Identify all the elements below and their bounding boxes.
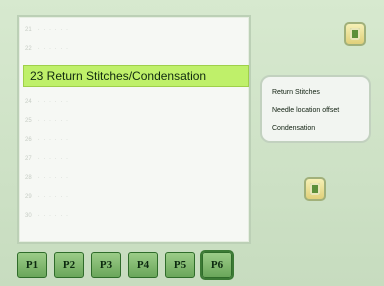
edit-icon <box>310 183 320 195</box>
tab-p6[interactable]: P6 <box>200 250 234 280</box>
list-item[interactable]: 24 · · · · · · <box>25 95 241 109</box>
detail-item: Condensation <box>272 119 359 137</box>
list-item[interactable]: 22 · · · · · · <box>25 42 241 56</box>
book-icon-button[interactable] <box>344 22 366 46</box>
list-item[interactable]: 21 · · · · · · <box>25 23 241 37</box>
list-item-number: 25 <box>25 118 32 124</box>
list-item-dots: · · · · · · <box>37 27 70 33</box>
tab-p1[interactable]: P1 <box>17 252 47 278</box>
list-item[interactable]: 28 · · · · · · <box>25 171 241 185</box>
list-item-number: 30 <box>25 213 32 219</box>
detail-item: Needle location offset <box>272 101 359 119</box>
tab-label: P4 <box>136 259 150 271</box>
list-item[interactable]: 29 · · · · · · <box>25 190 241 204</box>
list-item-dots: · · · · · · <box>37 137 70 143</box>
edit-icon-button[interactable] <box>304 177 326 201</box>
tab-label: P5 <box>173 259 187 271</box>
list-item-dots: · · · · · · <box>37 175 70 181</box>
tab-p2[interactable]: P2 <box>54 252 84 278</box>
list-item-dots: · · · · · · <box>37 156 70 162</box>
list-item-dots: · · · · · · <box>37 46 70 52</box>
list-item-number: 24 <box>25 99 32 105</box>
list-item[interactable]: 25 · · · · · · <box>25 114 241 128</box>
list-item[interactable]: 26 · · · · · · <box>25 133 241 147</box>
detail-item-label: Return Stitches <box>272 88 320 96</box>
list-item[interactable]: 27 · · · · · · <box>25 152 241 166</box>
selected-item-label: 23 Return Stitches/Condensation <box>30 69 207 83</box>
list-item-dots: · · · · · · <box>37 213 70 219</box>
tab-p4[interactable]: P4 <box>128 252 158 278</box>
list-item-dots: · · · · · · <box>37 194 70 200</box>
list-item-number: 22 <box>25 46 32 52</box>
list-item-number: 29 <box>25 194 32 200</box>
list-item-number: 27 <box>25 156 32 162</box>
selected-list-item[interactable]: 23 Return Stitches/Condensation <box>23 65 249 87</box>
tab-label: P3 <box>99 259 113 271</box>
tab-p3[interactable]: P3 <box>91 252 121 278</box>
details-panel: Return Stitches Needle location offset C… <box>260 75 371 143</box>
settings-list[interactable]: 21 · · · · · · 22 · · · · · · 23 Return … <box>17 15 251 244</box>
list-item-number: 28 <box>25 175 32 181</box>
detail-item-label: Condensation <box>272 124 316 132</box>
screen: 21 · · · · · · 22 · · · · · · 23 Return … <box>0 0 384 286</box>
list-item-dots: · · · · · · <box>37 99 70 105</box>
list-item-number: 21 <box>25 27 32 33</box>
book-icon <box>350 28 360 40</box>
tab-label: P1 <box>25 259 39 271</box>
detail-item-label: Needle location offset <box>272 106 340 114</box>
list-item-dots: · · · · · · <box>37 118 70 124</box>
tab-label: P6 <box>210 259 224 271</box>
list-item-number: 26 <box>25 137 32 143</box>
tab-label: P2 <box>62 259 76 271</box>
page-tabs: P1 P2 P3 P4 P5 P6 <box>17 250 234 280</box>
detail-item: Return Stitches <box>272 83 359 101</box>
tab-p5[interactable]: P5 <box>165 252 195 278</box>
list-item[interactable]: 30 · · · · · · <box>25 209 241 223</box>
